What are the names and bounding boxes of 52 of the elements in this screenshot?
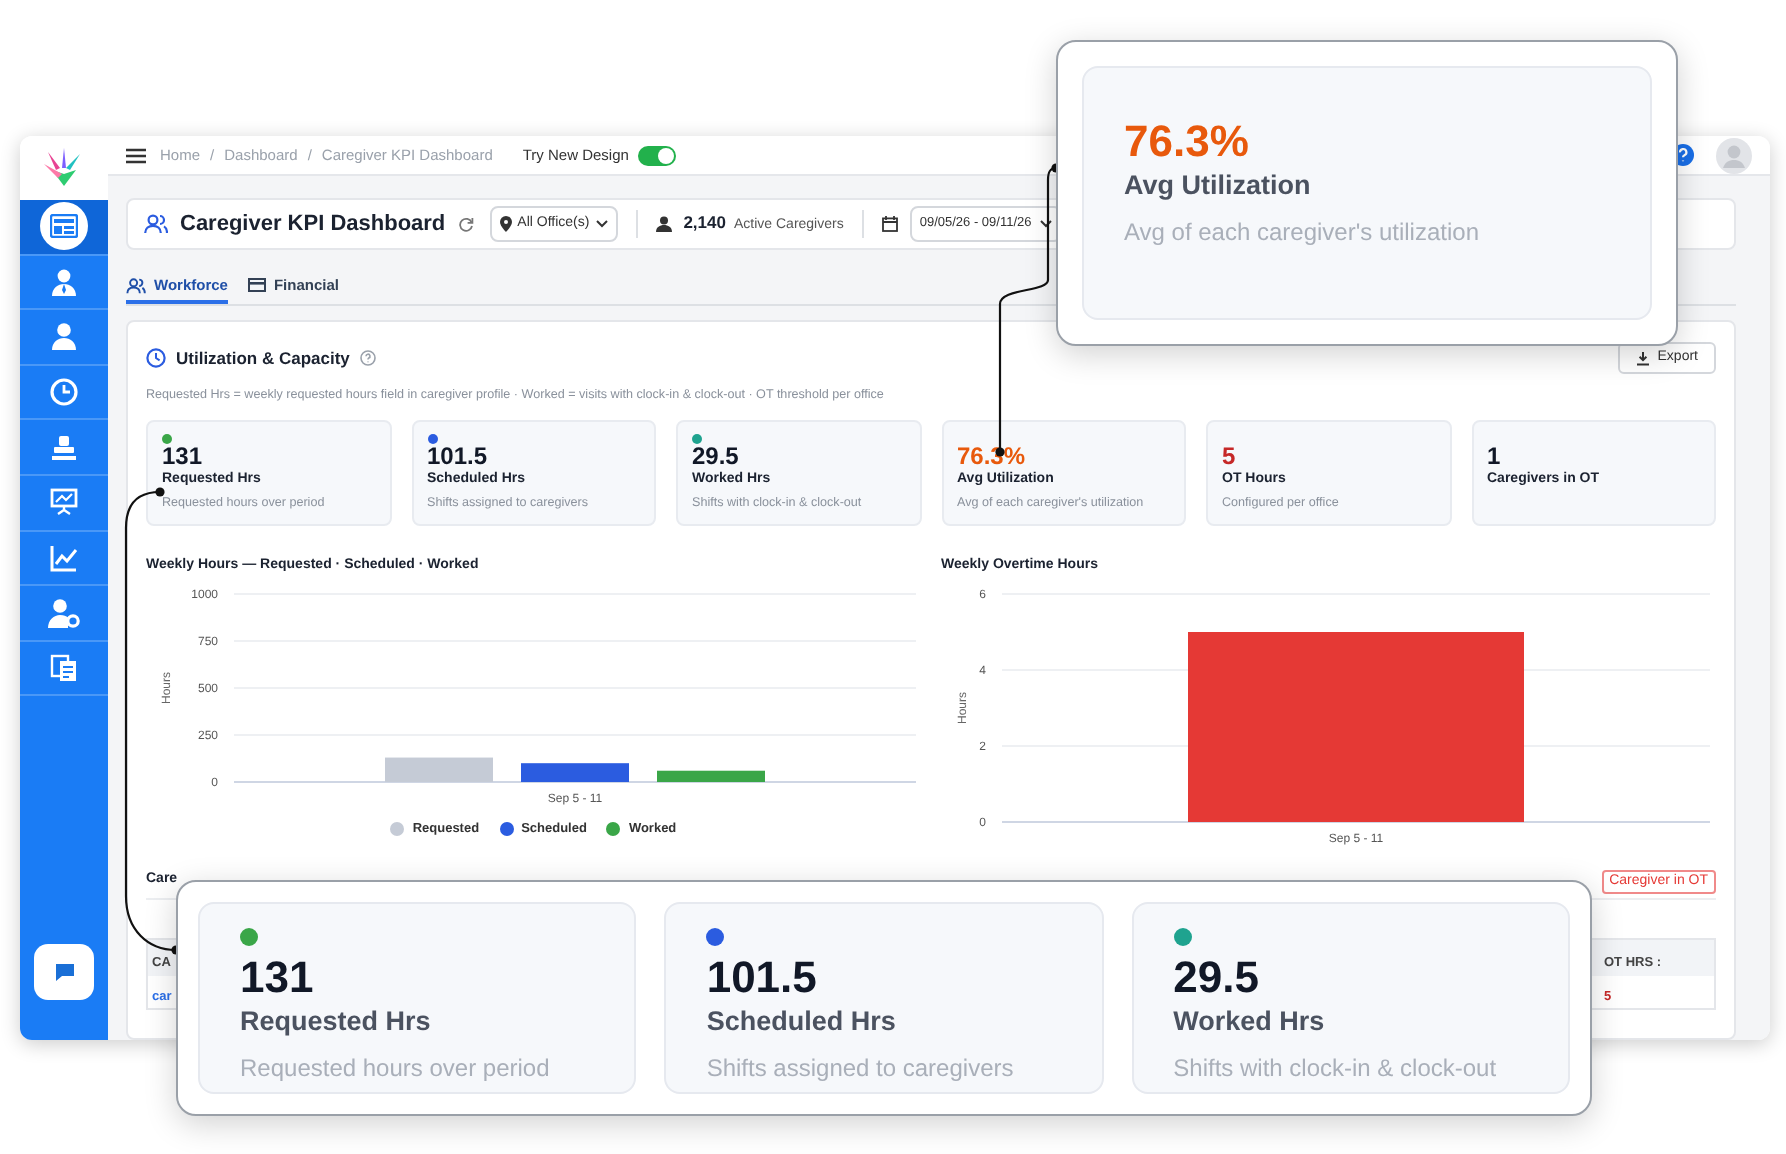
stat-description: Avg of each caregiver's utilization — [1124, 216, 1481, 250]
section-title: Utilization & Capacity — [176, 345, 350, 371]
user-tie-icon — [50, 267, 78, 296]
stat-label: Requested Hrs — [240, 1004, 433, 1040]
sidebar-item[interactable] — [20, 200, 108, 256]
menu-icon — [126, 147, 146, 163]
line-chart-icon — [50, 543, 78, 572]
users-icon — [126, 277, 146, 293]
stat-value: 29.5 — [1173, 952, 1261, 1004]
stat-label: Worked Hrs — [1173, 1004, 1327, 1040]
clock-icon — [50, 378, 78, 407]
toggle-switch[interactable] — [638, 145, 677, 165]
bar — [385, 757, 493, 782]
calendar-icon — [881, 216, 898, 232]
stat-label: Avg Utilization — [1124, 168, 1313, 204]
stat-description: Requested hours over period — [240, 1052, 552, 1086]
stat-description: Shifts with clock-in & clock-out — [1173, 1052, 1499, 1086]
stat-value: 29.5 — [692, 444, 741, 470]
clock-icon — [146, 348, 166, 368]
active-count: 2,140 — [683, 210, 726, 236]
help-icon — [359, 350, 376, 366]
legend-marker — [390, 822, 405, 837]
chevron-down-icon — [1039, 220, 1052, 228]
dashboard-icon — [50, 214, 78, 239]
documents-icon — [50, 654, 78, 683]
chat-button[interactable] — [34, 944, 94, 1000]
location-pin-icon — [499, 216, 512, 232]
stat-description: Shifts assigned to caregivers — [706, 1052, 1016, 1086]
stat-value: 131 — [240, 952, 316, 1004]
refresh-icon — [457, 216, 474, 232]
download-icon — [1635, 351, 1650, 365]
user-icon — [50, 322, 78, 351]
legend-marker — [499, 822, 514, 837]
stat-value: 1 — [1487, 444, 1503, 470]
bar — [521, 763, 629, 782]
stat-value: 101.5 — [706, 952, 819, 1004]
users-icon — [144, 214, 168, 234]
legend-marker — [606, 822, 621, 837]
chevron-down-icon — [595, 220, 608, 228]
user-gear-icon — [48, 597, 80, 628]
stat-value: 131 — [162, 444, 205, 470]
chat-icon — [53, 962, 75, 982]
presentation-icon — [50, 488, 78, 517]
stat-label: Scheduled Hrs — [706, 1004, 898, 1040]
stamp-icon — [50, 433, 78, 462]
stat-value: 101.5 — [427, 444, 490, 470]
stat-value: 76.3% — [1124, 116, 1251, 168]
card-icon — [247, 278, 266, 292]
stat-value: 5 — [1222, 444, 1238, 470]
person-icon — [655, 216, 672, 232]
bar — [657, 770, 765, 782]
page-title: Caregiver KPI Dashboard — [180, 209, 446, 240]
